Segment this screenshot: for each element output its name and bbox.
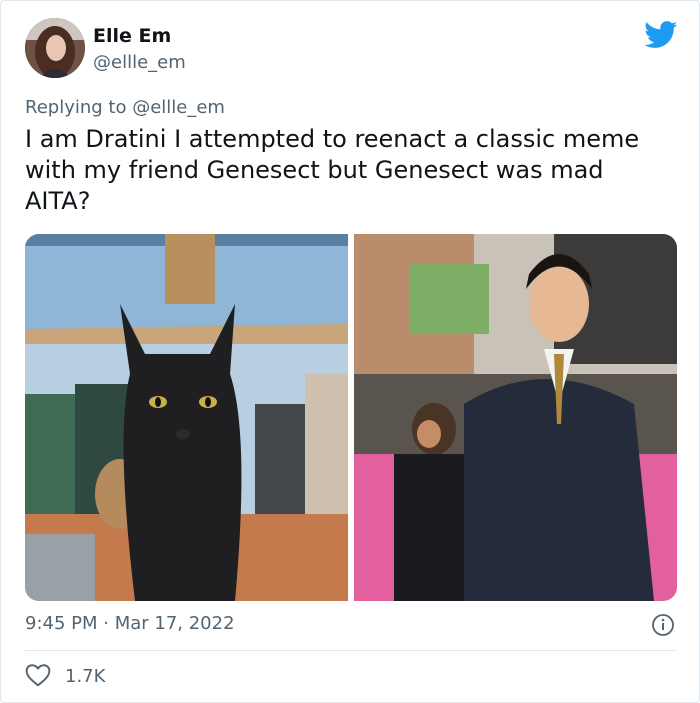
info-icon[interactable]: [651, 613, 675, 637]
tweet-text: I am Dratini I attempted to reenact a cl…: [25, 125, 640, 215]
author-name[interactable]: Elle Em: [93, 25, 171, 47]
like-button[interactable]: 1.7K: [25, 664, 105, 690]
replying-to-handle[interactable]: @ellle_em: [132, 97, 225, 118]
author-handle[interactable]: @ellle_em: [93, 52, 186, 74]
twitter-bird-icon[interactable]: [644, 21, 678, 49]
replying-to: Replying to @ellle_em: [25, 97, 225, 119]
avatar[interactable]: [25, 18, 85, 78]
replying-prefix: Replying to: [25, 97, 133, 118]
heart-outline-icon: [25, 663, 51, 691]
divider: [25, 650, 677, 651]
photo-black-cat[interactable]: [25, 234, 348, 601]
tweet-timestamp[interactable]: 9:45 PM · Mar 17, 2022: [25, 613, 235, 635]
photo-red-carpet[interactable]: [354, 234, 677, 601]
tweet-media: [25, 234, 677, 601]
tweet-card: Elle Em @ellle_em Replying to @ellle_em …: [0, 0, 700, 703]
like-count: 1.7K: [65, 666, 106, 687]
